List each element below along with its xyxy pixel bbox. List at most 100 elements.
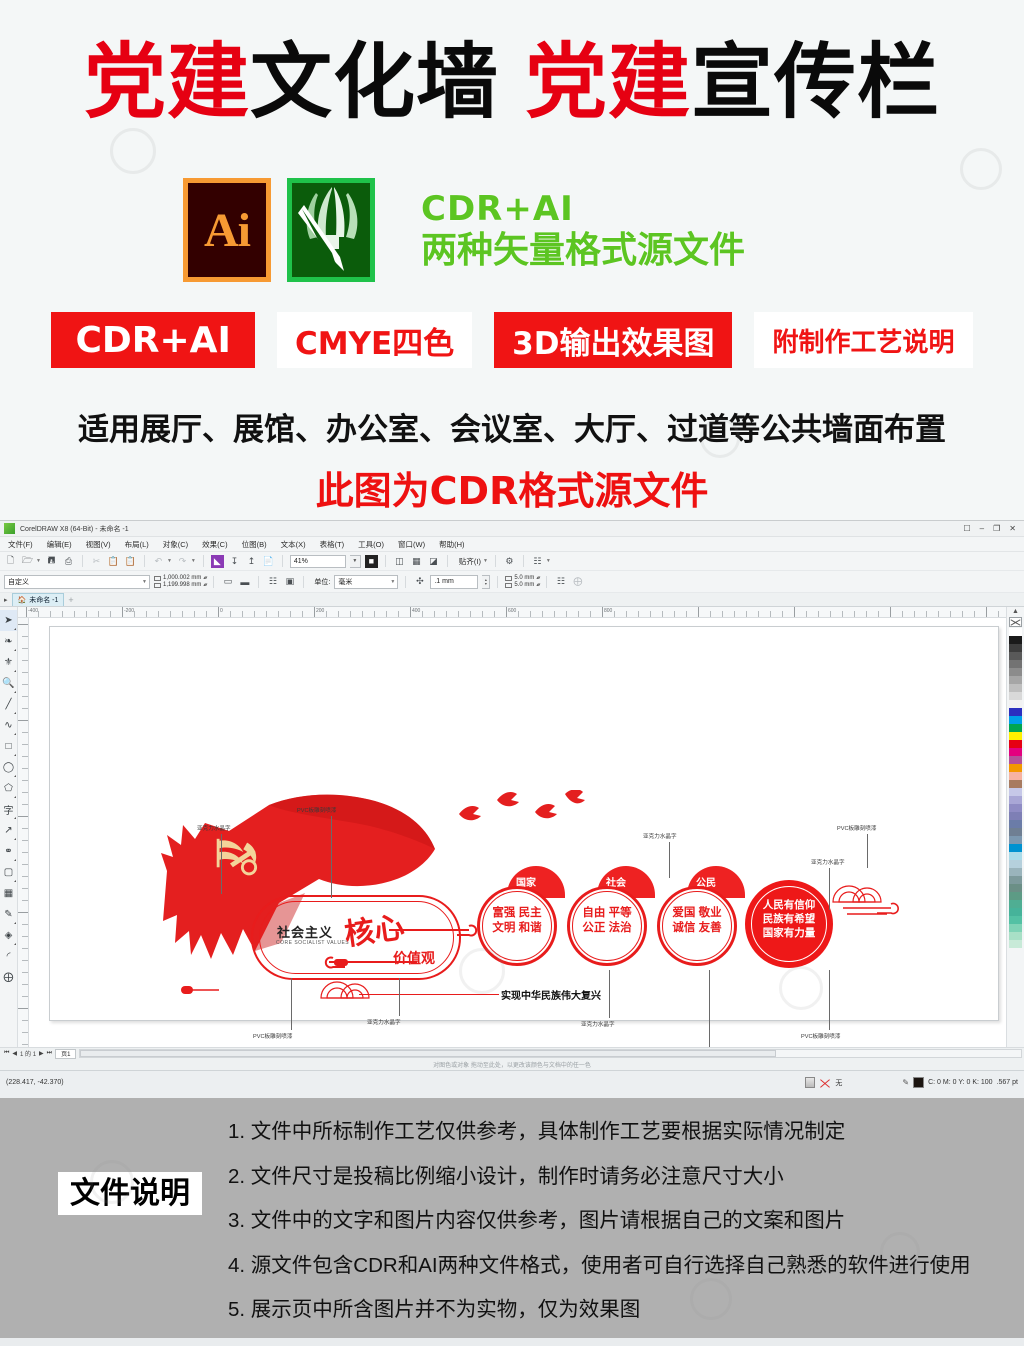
portrait-orientation-icon[interactable]: ▭ [221, 575, 234, 588]
pick-tool-icon[interactable]: ➤ [0, 610, 17, 631]
document-tab[interactable]: 🏠 未命名 -1 [11, 593, 65, 606]
palette-swatch[interactable] [1009, 812, 1022, 820]
page-size-all-icon[interactable]: ☷ [266, 575, 279, 588]
palette-swatch[interactable] [1009, 844, 1022, 852]
palette-swatch[interactable] [1009, 908, 1022, 916]
tab-scroll-arrow-icon[interactable]: ▸ [4, 596, 8, 604]
palette-swatch[interactable] [1009, 628, 1022, 636]
page-layout-icon[interactable]: ▣ [283, 575, 296, 588]
edit-bleed-icon[interactable]: ☷ [554, 575, 567, 588]
page-width-spinner-icon[interactable]: ▴▾ [203, 575, 207, 581]
show-grid-icon[interactable]: ▦ [410, 555, 423, 568]
nav-next-page-icon[interactable]: ▶ [39, 1050, 44, 1057]
page-preset-caret-icon[interactable]: ▼ [142, 579, 147, 585]
publish-pdf-icon[interactable]: 📄 [262, 555, 275, 568]
horizontal-ruler[interactable]: -400 -200 0 200 400 600 800 [18, 607, 1006, 618]
palette-swatch[interactable] [1009, 652, 1022, 660]
menu-file[interactable]: 文件(F) [8, 539, 33, 550]
menu-object[interactable]: 对象(C) [163, 539, 188, 550]
palette-swatch[interactable] [1009, 732, 1022, 740]
drawing-canvas[interactable]: 社会主义 CORE SOCIALIST VALUES 核心 价值观 国家 富强 … [29, 618, 1006, 1047]
crop-tool-icon[interactable]: ⚜ [0, 652, 17, 673]
nudge-spinner-icon[interactable]: ▴ ▾ [482, 574, 491, 589]
palette-swatch[interactable] [1009, 836, 1022, 844]
options-gear-icon[interactable]: ⚙ [503, 555, 516, 568]
palette-swatch[interactable] [1009, 644, 1022, 652]
palette-swatch[interactable] [1009, 684, 1022, 692]
palette-swatch[interactable] [1009, 716, 1022, 724]
palette-swatch[interactable] [1009, 804, 1022, 812]
open-document-icon[interactable]: 🗁 [21, 555, 34, 568]
unit-caret-icon[interactable]: ▼ [390, 579, 395, 585]
page-height-row[interactable]: 1,199.998 mm ▴▾ [154, 582, 207, 588]
zoom-level-dropdown-icon[interactable]: ▼ [349, 554, 361, 568]
drop-shadow-tool-icon[interactable]: ▢ [0, 862, 17, 883]
palette-swatch-list[interactable] [1009, 628, 1022, 948]
snap-dropdown-caret-icon[interactable]: ▼ [483, 558, 488, 564]
menu-window[interactable]: 窗口(W) [398, 539, 425, 550]
menu-help[interactable]: 帮助(H) [439, 539, 464, 550]
palette-swatch[interactable] [1009, 892, 1022, 900]
menu-layout[interactable]: 布局(L) [125, 539, 149, 550]
text-tool-icon[interactable]: 字 [0, 799, 17, 820]
menu-edit[interactable]: 编辑(E) [47, 539, 72, 550]
palette-swatch[interactable] [1009, 772, 1022, 780]
horizontal-scrollbar-thumb[interactable] [80, 1050, 777, 1057]
parallel-dimension-tool-icon[interactable]: ↗ [0, 820, 17, 841]
quick-customize-icon[interactable]: ⨁ [0, 967, 17, 988]
freehand-tool-icon[interactable]: ╱ [0, 694, 17, 715]
maximize-icon[interactable]: ❐ [993, 524, 1000, 533]
palette-swatch[interactable] [1009, 868, 1022, 876]
horizontal-scrollbar[interactable] [79, 1049, 1022, 1058]
zoom-level-input[interactable]: 41% [289, 554, 346, 568]
print-icon[interactable]: ⎙ [62, 555, 75, 568]
nav-prev-page-icon[interactable]: ◀ [12, 1050, 17, 1057]
page-tab[interactable]: 页1 [55, 1048, 77, 1059]
palette-swatch[interactable] [1009, 740, 1022, 748]
nav-last-page-icon[interactable]: ⏭ [47, 1050, 52, 1057]
page-preset-combo[interactable]: 自定义 ▼ [4, 574, 150, 589]
fill-indicator[interactable]: 无 [805, 1077, 842, 1089]
landscape-orientation-icon[interactable]: ▬ [238, 575, 251, 588]
snap-dropdown-label[interactable]: 贴齐(I) [459, 556, 481, 567]
palette-swatch[interactable] [1009, 796, 1022, 804]
menu-bitmaps[interactable]: 位图(B) [242, 539, 267, 550]
nav-first-page-icon[interactable]: ⏮ [4, 1050, 9, 1057]
show-rulers-icon[interactable]: ◫ [393, 555, 406, 568]
ellipse-tool-icon[interactable]: ◯ [0, 757, 17, 778]
new-document-tab-icon[interactable]: + [68, 595, 73, 605]
polygon-tool-icon[interactable]: ⬠ [0, 778, 17, 799]
menu-text[interactable]: 文本(X) [281, 539, 306, 550]
palette-swatch[interactable] [1009, 884, 1022, 892]
palette-swatch[interactable] [1009, 852, 1022, 860]
palette-swatch[interactable] [1009, 780, 1022, 788]
open-dropdown-caret-icon[interactable]: ▼ [36, 558, 41, 564]
fullscreen-preview-icon[interactable]: ■ [364, 554, 378, 568]
page-height-spinner-icon[interactable]: ▴▾ [203, 582, 207, 588]
vertical-ruler[interactable] [18, 618, 29, 1047]
palette-swatch[interactable] [1009, 916, 1022, 924]
export-to-icon[interactable]: ↥ [245, 555, 258, 568]
palette-swatch[interactable] [1009, 828, 1022, 836]
palette-scroll-up-icon[interactable]: ▲ [1012, 608, 1019, 617]
interactive-fill-icon[interactable]: ◈ [0, 925, 17, 946]
close-icon[interactable]: ✕ [1009, 524, 1016, 533]
shape-tool-icon[interactable]: ❧ [0, 631, 17, 652]
application-launcher-icon[interactable]: ☷ [531, 555, 544, 568]
launcher-dropdown-caret-icon[interactable]: ▼ [546, 558, 551, 564]
palette-swatch[interactable] [1009, 660, 1022, 668]
outline-indicator[interactable]: ✎ C: 0 M: 0 Y: 0 K: 100 .567 pt [902, 1077, 1018, 1088]
color-palette[interactable]: ▲ [1006, 607, 1024, 1047]
palette-swatch[interactable] [1009, 900, 1022, 908]
palette-swatch[interactable] [1009, 708, 1022, 716]
transparency-tool-icon[interactable]: ▦ [0, 883, 17, 904]
menu-effects[interactable]: 效果(C) [202, 539, 227, 550]
duplicate-h-row[interactable]: 5.0 mm ▴▾ [505, 575, 540, 581]
palette-swatch[interactable] [1009, 692, 1022, 700]
color-eyedropper-icon[interactable]: ✎ [0, 904, 17, 925]
minimize-icon[interactable]: – [980, 524, 984, 533]
bleed-v-spinner-icon[interactable]: ▴▾ [536, 582, 540, 588]
palette-swatch[interactable] [1009, 668, 1022, 676]
menu-table[interactable]: 表格(T) [320, 539, 345, 550]
import-icon[interactable]: ◣ [210, 554, 224, 568]
